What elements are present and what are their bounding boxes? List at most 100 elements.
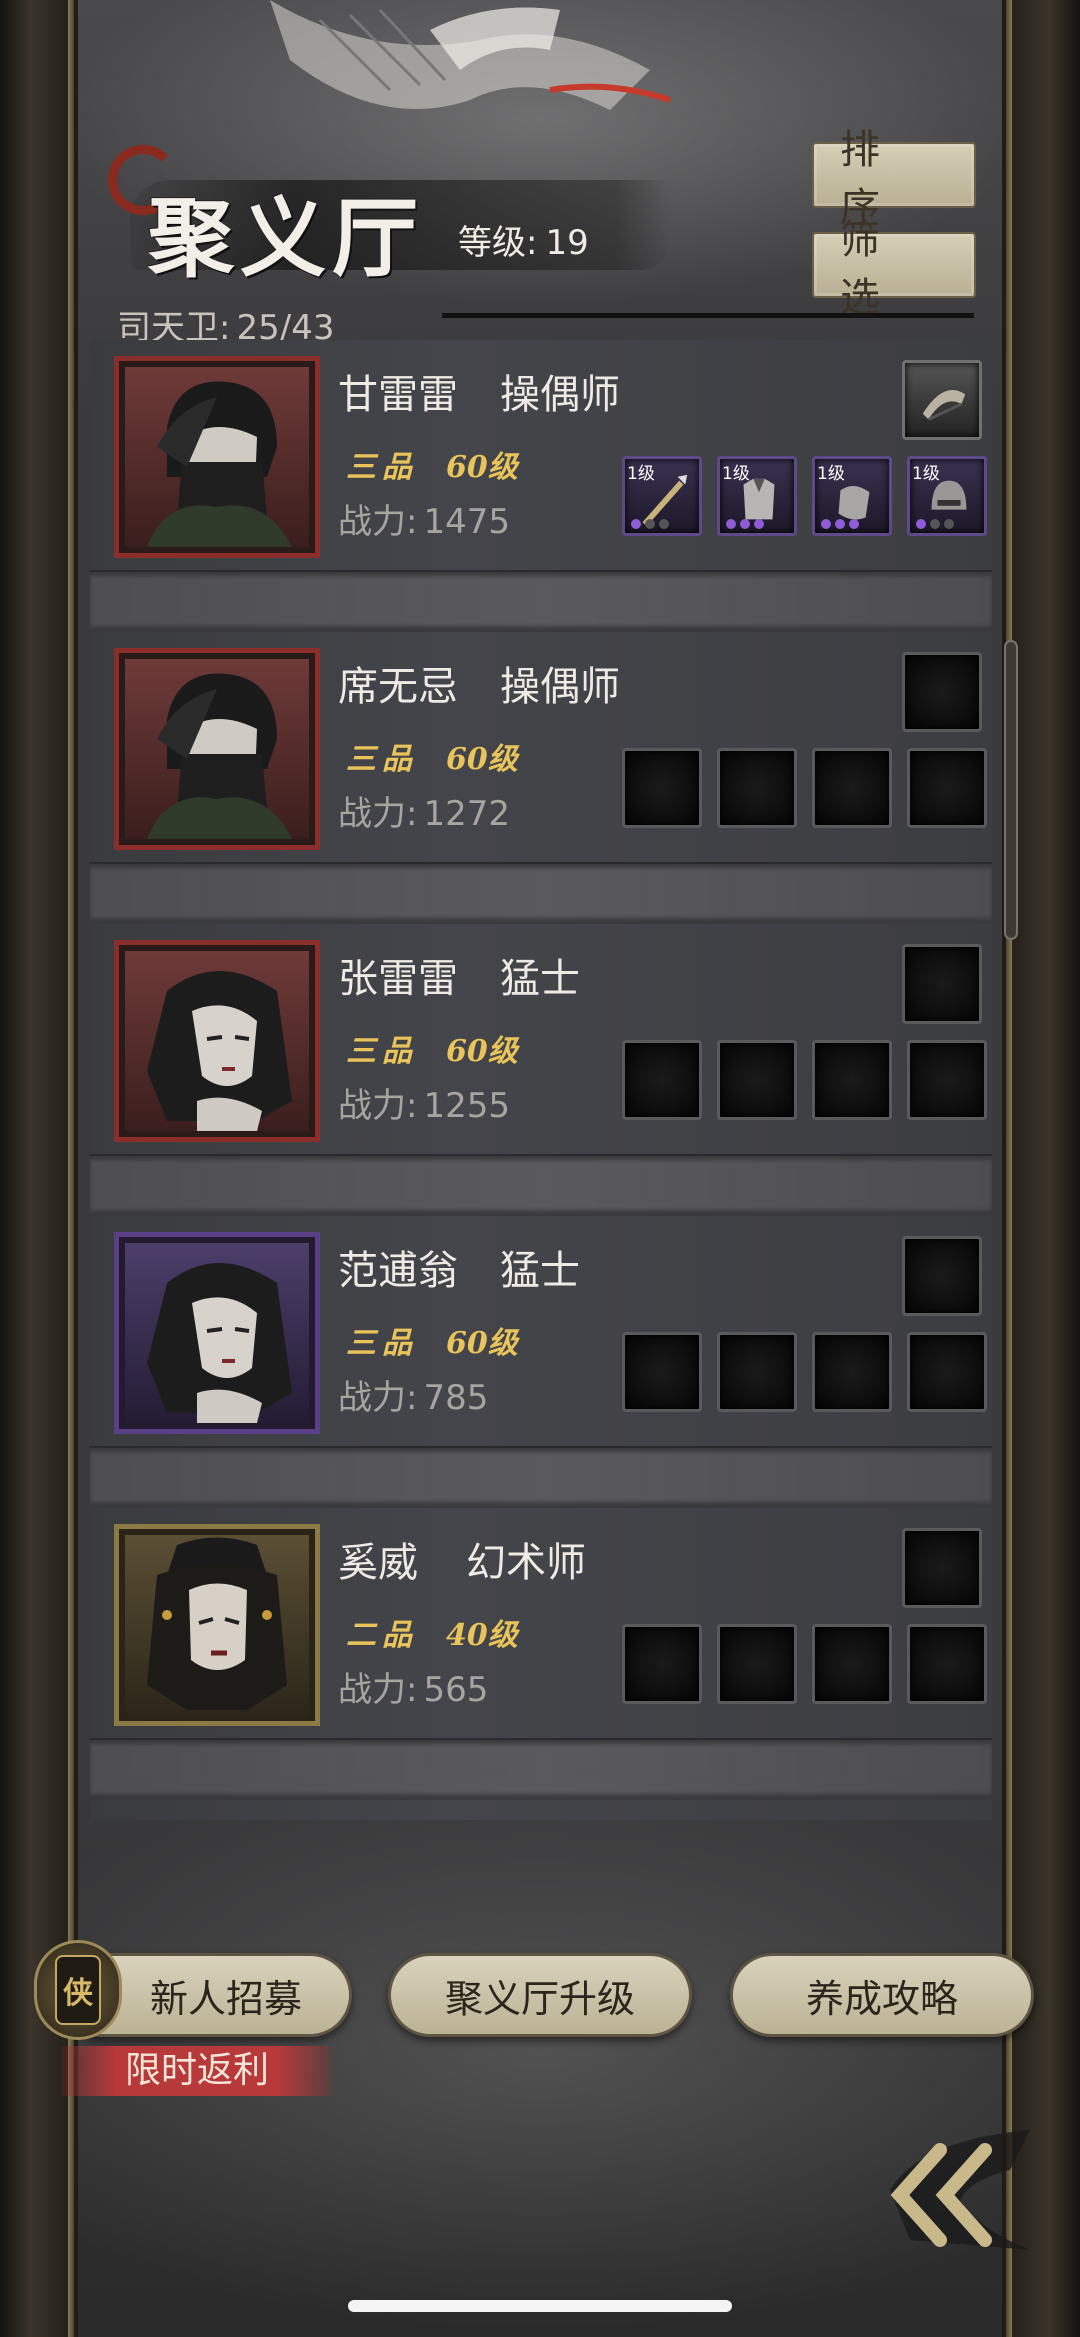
hero-card[interactable]: 甘雷雷 操偶师 三品 60级 战力: 1475 1级 1级 1级 1级 (90, 340, 992, 572)
hall-level-value: 19 (545, 223, 589, 263)
weapon-slot[interactable] (622, 1332, 702, 1412)
upgrade-dots (726, 519, 764, 529)
bracer-slot[interactable] (812, 1332, 892, 1412)
hero-portrait[interactable] (114, 1232, 320, 1434)
limited-rebate-tag[interactable]: 限时返利 (62, 2046, 332, 2096)
accessory-slot[interactable] (902, 652, 982, 732)
woman-warrior-portrait (147, 971, 292, 1131)
accessory-slot[interactable] (902, 360, 982, 440)
hero-name: 张雷雷 (338, 956, 458, 1002)
armor-slot[interactable] (717, 1040, 797, 1120)
masked-puppeteer-portrait (147, 673, 292, 839)
power-label: 战力: (338, 1086, 418, 1126)
hero-level: 60级 (446, 450, 518, 485)
helmet-slot[interactable] (907, 748, 987, 828)
hero-name: 范逋翁 (338, 1248, 458, 1294)
hero-name: 奚威 (338, 1540, 418, 1586)
accessory-slot[interactable] (902, 944, 982, 1024)
hero-rank: 三品 (346, 742, 418, 777)
hero-rank: 三品 (346, 1326, 418, 1361)
hero-power: 战力: 565 (338, 1662, 488, 1711)
masked-puppeteer-portrait (147, 381, 292, 547)
bracer-slot[interactable]: 1级 (812, 456, 892, 536)
hero-portrait[interactable] (114, 648, 320, 850)
hero-level: 40级 (446, 1618, 518, 1653)
hero-list[interactable]: 甘雷雷 操偶师 三品 60级 战力: 1475 1级 1级 1级 1级 席无忌 … (90, 340, 992, 1820)
bracer-slot[interactable] (812, 1040, 892, 1120)
weapon-slot[interactable] (622, 748, 702, 828)
card-separator (90, 1452, 992, 1502)
hero-portrait[interactable] (114, 1524, 320, 1726)
weapon-slot[interactable] (622, 1040, 702, 1120)
weapon-slot[interactable] (622, 1624, 702, 1704)
helmet-slot[interactable] (907, 1332, 987, 1412)
growth-guide-button[interactable]: 养成攻略 (730, 1953, 1034, 2037)
power-label: 战力: (338, 502, 418, 542)
hero-class: 猛士 (500, 1248, 580, 1294)
hero-power: 战力: 1272 (338, 786, 510, 835)
helmet-slot[interactable] (907, 1624, 987, 1704)
upgrade-dots (821, 519, 859, 529)
home-indicator[interactable] (348, 2300, 732, 2312)
hero-class: 幻术师 (466, 1540, 586, 1586)
power-label: 战力: (338, 794, 418, 834)
armor-slot[interactable] (717, 1332, 797, 1412)
sort-button[interactable]: 排序 (812, 127, 976, 231)
filter-button[interactable]: 筛选 (812, 217, 976, 321)
hero-class: 操偶师 (500, 372, 620, 418)
hero-card[interactable]: 奚威 幻术师 二品 40级 战力: 565 (90, 1508, 992, 1740)
hero-card[interactable]: 张雷雷 猛士 三品 60级 战力: 1255 (90, 924, 992, 1156)
armor-slot[interactable] (717, 748, 797, 828)
hero-rank: 三品 (346, 450, 418, 485)
bracer-slot[interactable] (812, 1624, 892, 1704)
illusionist-portrait (147, 1537, 287, 1710)
power-value: 565 (423, 1670, 489, 1710)
power-value: 1272 (423, 794, 510, 834)
hero-power: 战力: 1255 (338, 1078, 510, 1127)
bracer-slot[interactable] (812, 748, 892, 828)
hero-portrait[interactable] (114, 940, 320, 1142)
hero-rank: 三品 (346, 1034, 418, 1069)
power-label: 战力: (338, 1378, 418, 1418)
card-separator (90, 1744, 992, 1794)
hero-rank: 二品 (346, 1618, 418, 1653)
armor-slot[interactable] (717, 1624, 797, 1704)
hero-name: 甘雷雷 (338, 372, 458, 418)
hero-card-partial[interactable] (90, 1800, 992, 1820)
hero-class: 操偶师 (500, 664, 620, 710)
hero-class: 猛士 (500, 956, 580, 1002)
hero-power: 战力: 1475 (338, 494, 510, 543)
hero-level: 60级 (446, 742, 518, 777)
accessory-slot[interactable] (902, 1528, 982, 1608)
power-label: 战力: (338, 1670, 418, 1710)
hero-power: 战力: 785 (338, 1370, 488, 1419)
upgrade-dots (916, 519, 954, 529)
card-separator (90, 576, 992, 626)
page-title: 聚义厅 (148, 188, 424, 289)
armor-slot[interactable]: 1级 (717, 456, 797, 536)
recruit-token-icon[interactable]: 侠 (34, 1940, 122, 2040)
card-separator (90, 1160, 992, 1210)
hero-portrait[interactable] (114, 356, 320, 558)
hero-level: 60级 (446, 1034, 518, 1069)
comb-icon (922, 389, 966, 421)
double-chevron-left-icon[interactable] (860, 2120, 1040, 2260)
hero-card[interactable]: 席无忌 操偶师 三品 60级 战力: 1272 (90, 632, 992, 864)
accessory-slot[interactable] (902, 1236, 982, 1316)
hall-upgrade-button[interactable]: 聚义厅升级 (388, 1953, 692, 2037)
upgrade-dots (631, 519, 669, 529)
power-value: 1475 (423, 502, 510, 542)
hero-card[interactable]: 范逋翁 猛士 三品 60级 战力: 785 (90, 1216, 992, 1448)
hero-name: 席无忌 (338, 664, 458, 710)
list-scrollbar[interactable] (1004, 640, 1018, 940)
weapon-slot[interactable]: 1级 (622, 456, 702, 536)
woman-warrior-portrait (147, 1263, 292, 1423)
card-separator (90, 868, 992, 918)
power-value: 785 (423, 1378, 489, 1418)
helmet-slot[interactable]: 1级 (907, 456, 987, 536)
crane-illustration (270, 0, 671, 110)
helmet-slot[interactable] (907, 1040, 987, 1120)
hall-level: 等级: 19 (458, 215, 589, 264)
power-value: 1255 (423, 1086, 510, 1126)
recruit-token-glyph: 侠 (55, 1955, 101, 2025)
